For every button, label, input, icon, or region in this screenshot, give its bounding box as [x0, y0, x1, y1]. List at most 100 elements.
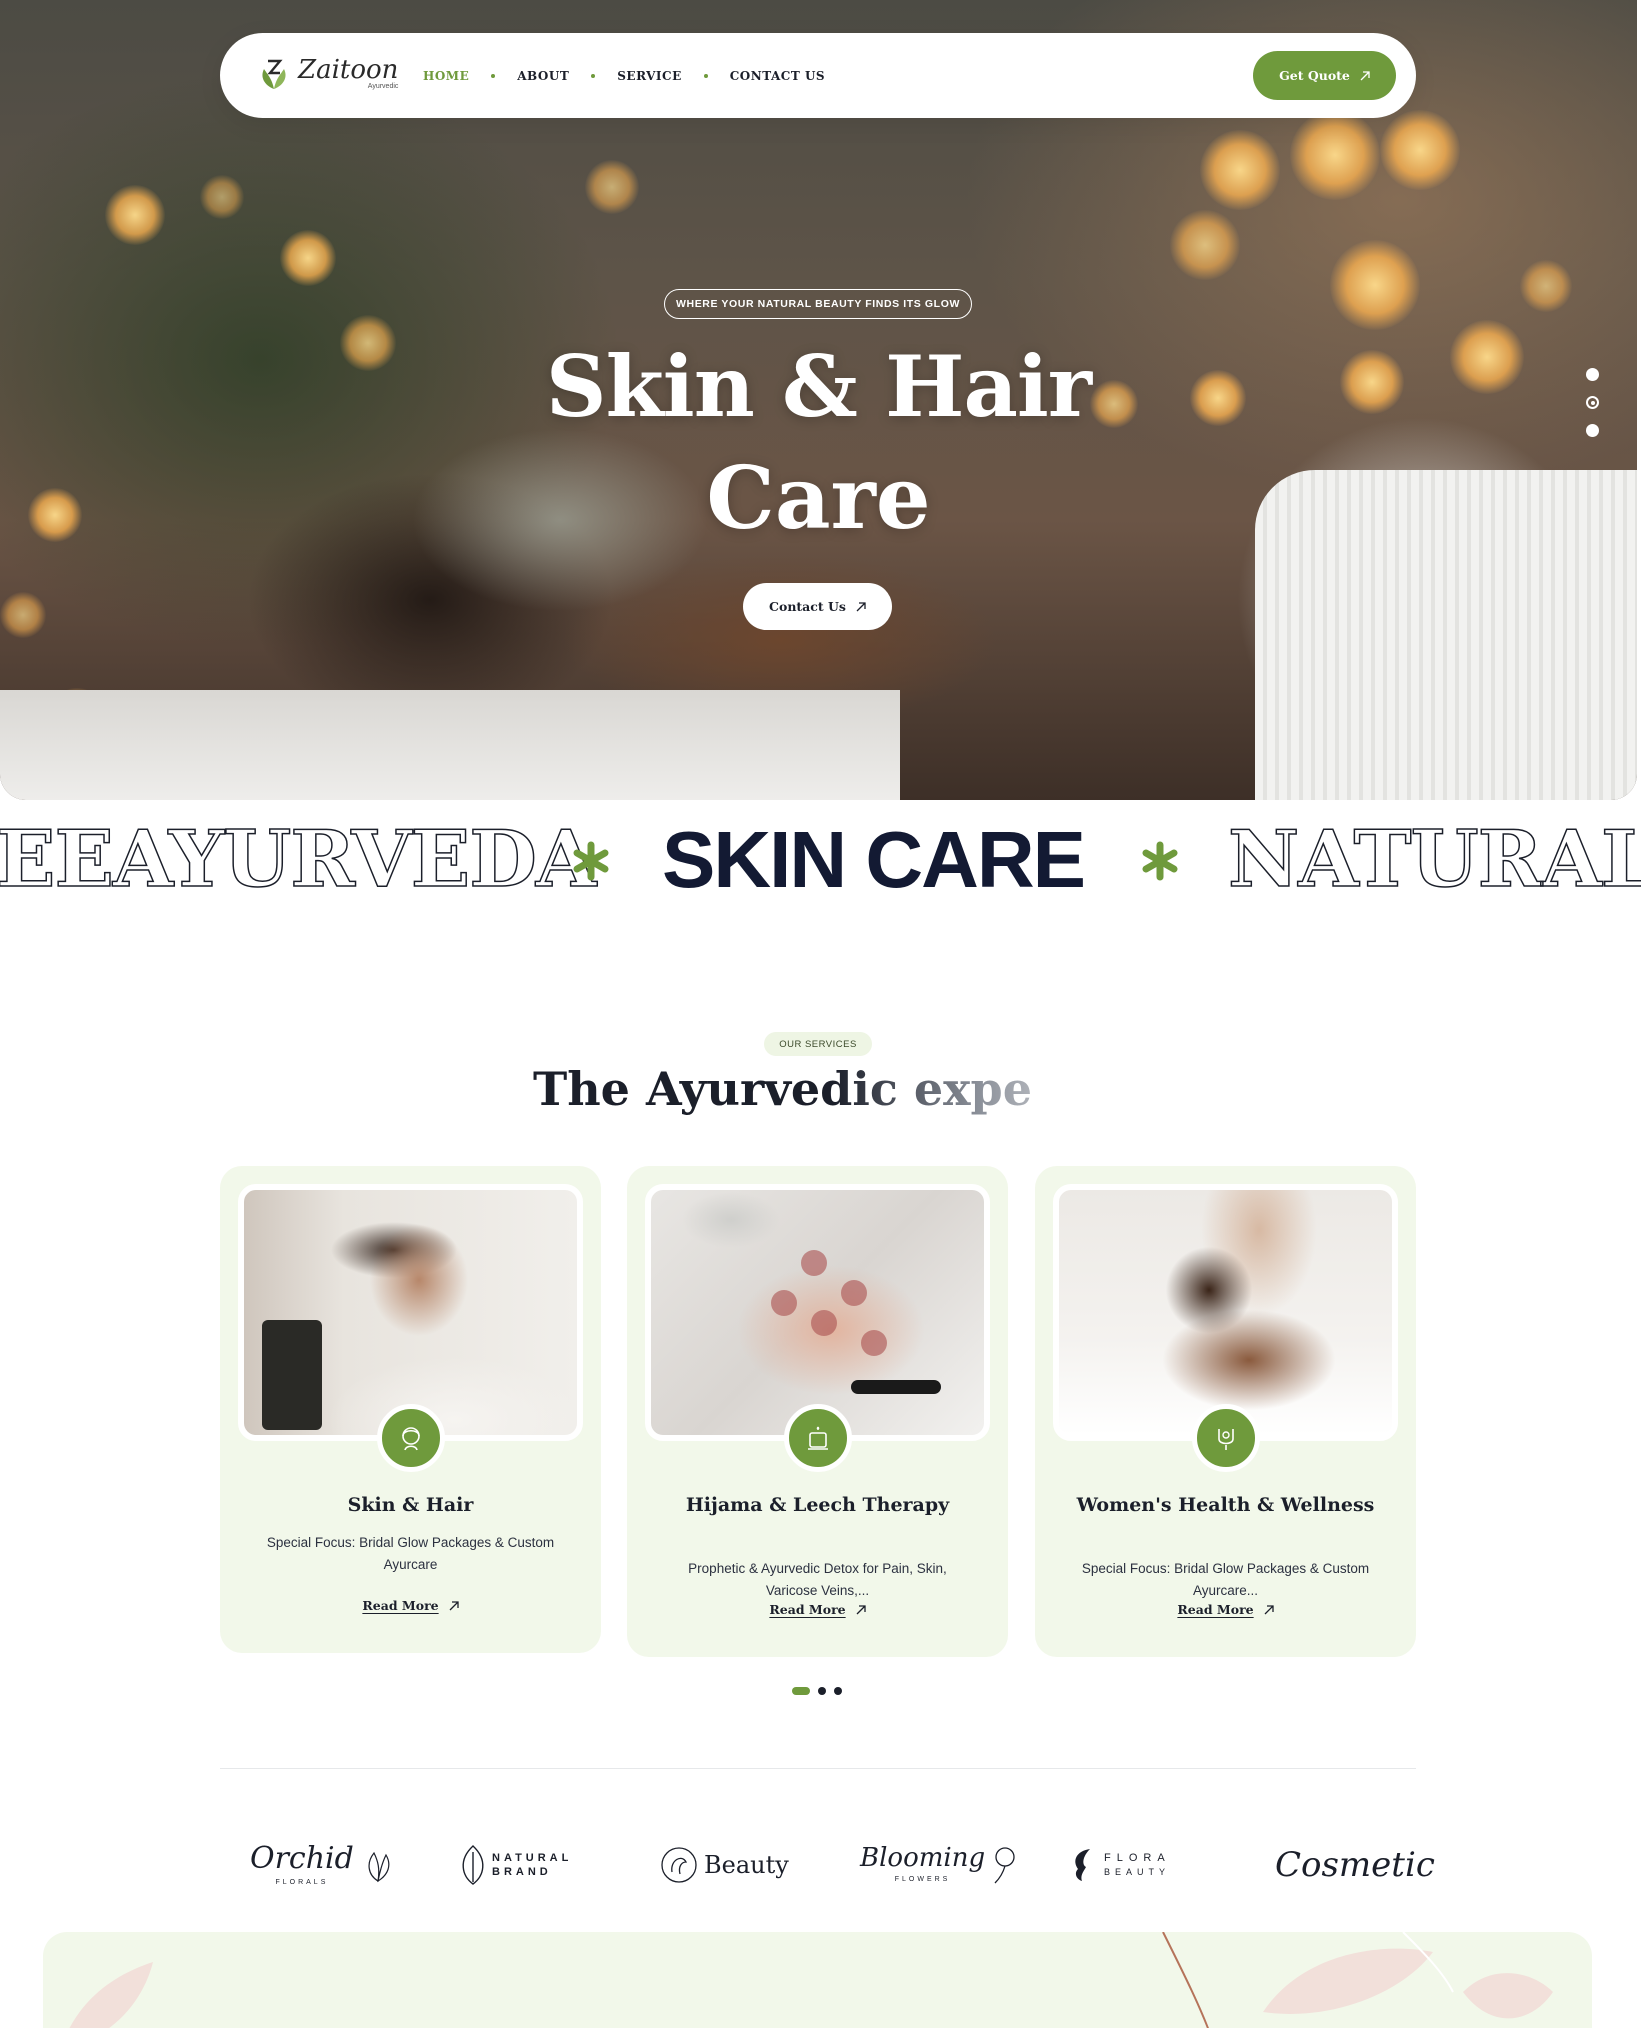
candle-tray: [262, 1320, 322, 1430]
decorative-leaves: [69, 1932, 1553, 2028]
services-badge: OUR SERVICES: [764, 1032, 872, 1056]
service-description: Special Focus: Bridal Glow Packages & Cu…: [1081, 1561, 1370, 1598]
read-more-label: Read More: [769, 1602, 846, 1617]
bokeh-light: [585, 160, 639, 214]
menu-separator-dot: [491, 73, 496, 78]
pagination-dot-1[interactable]: [792, 1687, 810, 1695]
rose-icon: [994, 1847, 1015, 1884]
brand-name: NATURAL: [492, 1852, 573, 1864]
bokeh-light: [105, 185, 165, 245]
leaf-logo-icon: [262, 59, 286, 89]
brand-logo-cosmetic[interactable]: Cosmetic: [1275, 1830, 1435, 1900]
brand-name: Orchid: [250, 1840, 354, 1876]
site-logo[interactable]: Zaitoon Ayurvedic: [258, 55, 398, 91]
brand-logo-orchid[interactable]: Orchid FLORALS: [250, 1830, 396, 1900]
service-title: Skin & Hair: [347, 1494, 474, 1516]
carousel-pagination: [792, 1687, 842, 1695]
nav-item-service[interactable]: SERVICE: [617, 69, 681, 83]
service-image: [645, 1184, 990, 1441]
brand-logo-natural[interactable]: NATURAL BRAND: [460, 1830, 572, 1900]
asterisk-icon: [573, 841, 609, 881]
read-more-link[interactable]: Read More: [627, 1602, 1008, 1617]
arrow-up-right-icon: [856, 1604, 866, 1615]
contact-us-label: Contact Us: [769, 599, 846, 614]
cupping-cup: [801, 1250, 827, 1276]
massage-sheet: [0, 690, 900, 800]
read-more-link[interactable]: Read More: [220, 1598, 601, 1613]
pagination-dot-2[interactable]: [818, 1687, 826, 1695]
logo-name: Zaitoon Ayurvedic: [298, 57, 398, 90]
leaf-icon: [462, 1845, 484, 1885]
service-card-hijama[interactable]: Hijama & Leech Therapy Prophetic & Ayurv…: [627, 1166, 1008, 1657]
marquee-item: NATURAL: [1227, 815, 1641, 905]
services-carousel: Skin & Hair Special Focus: Bridal Glow P…: [220, 1166, 1416, 1657]
service-image: [1053, 1184, 1398, 1441]
hero-banner: WHERE YOUR NATURAL BEAUTY FINDS ITS GLOW…: [0, 0, 1637, 800]
bokeh-light: [1170, 210, 1240, 280]
contact-us-button[interactable]: Contact Us: [743, 583, 892, 630]
hero-title-line-1: Skin & Hair: [545, 337, 1092, 436]
cupping-cup: [861, 1330, 887, 1356]
bokeh-light: [1520, 260, 1572, 312]
oil-lamp-icon: [784, 1404, 852, 1472]
brand-name: Blooming: [860, 1843, 986, 1873]
cupping-cup: [841, 1280, 867, 1306]
woman-hair-icon: [1075, 1849, 1090, 1881]
bokeh-light: [280, 230, 336, 286]
service-description: Prophetic & Ayurvedic Detox for Pain, Sk…: [688, 1561, 947, 1598]
arrow-up-right-icon: [449, 1600, 459, 1611]
bokeh-light: [1330, 240, 1420, 330]
menu-separator-dot: [703, 73, 708, 78]
menu-separator-dot: [591, 73, 596, 78]
face-outline-icon: [661, 1847, 697, 1883]
cupping-cup: [771, 1290, 797, 1316]
cupping-cup: [811, 1310, 837, 1336]
service-title: Hijama & Leech Therapy: [685, 1494, 950, 1516]
brand-sub: BRAND: [492, 1866, 552, 1878]
brand-logo-beauty[interactable]: Beauty: [660, 1830, 789, 1900]
main-navbar: Zaitoon Ayurvedic HOME ABOUT SERVICE CON…: [220, 33, 1416, 118]
service-card-skin-hair[interactable]: Skin & Hair Special Focus: Bridal Glow P…: [220, 1166, 601, 1653]
read-more-label: Read More: [1177, 1602, 1254, 1617]
hero-title-line-2: Care: [706, 448, 931, 549]
next-section-preview: [43, 1932, 1592, 2028]
services-title: The Ayurvedic expe: [533, 1062, 1133, 1122]
arrow-up-right-icon: [1264, 1604, 1274, 1615]
logo-name-text: Zaitoon: [298, 54, 399, 85]
brand-logos: Orchid FLORALS NATURAL BRAND Beauty Bloo…: [220, 1830, 1435, 1900]
get-quote-label: Get Quote: [1279, 68, 1350, 83]
get-quote-button[interactable]: Get Quote: [1253, 51, 1396, 100]
asterisk-icon: [1142, 841, 1178, 881]
arrow-up-right-icon: [856, 601, 866, 612]
nav-item-home[interactable]: HOME: [423, 69, 469, 83]
arrow-up-right-icon: [1360, 70, 1370, 81]
nav-item-about[interactable]: ABOUT: [517, 69, 569, 83]
slider-dot-2[interactable]: [1586, 396, 1599, 409]
brand-name: Cosmetic: [1275, 1845, 1435, 1885]
service-title: Women's Health & Wellness: [1076, 1494, 1375, 1516]
brand-logo-flora[interactable]: FLORA BEAUTY: [1070, 1830, 1171, 1900]
brand-name: FLORA: [1104, 1852, 1171, 1864]
bokeh-light: [0, 592, 46, 638]
service-card-womens-health[interactable]: Women's Health & Wellness Special Focus:…: [1035, 1166, 1416, 1657]
slider-dot-3[interactable]: [1586, 424, 1599, 437]
hero-slider-dots: [1586, 368, 1599, 437]
leech: [851, 1380, 941, 1394]
nav-menu: HOME ABOUT SERVICE CONTACT US: [423, 33, 825, 118]
slider-dot-1[interactable]: [1586, 368, 1599, 381]
brand-name: Beauty: [704, 1851, 789, 1879]
brand-sub: FLORALS: [275, 1878, 329, 1886]
bokeh-light: [1200, 130, 1280, 210]
face-care-icon: [377, 1404, 445, 1472]
marquee-strip: EEAYURVEDA SKIN CARE NATURAL: [0, 815, 1641, 905]
read-more-link[interactable]: Read More: [1035, 1602, 1416, 1617]
marquee-item-highlight: SKIN CARE: [662, 815, 1086, 904]
pagination-dot-3[interactable]: [834, 1687, 842, 1695]
service-image: [238, 1184, 583, 1441]
section-divider: [220, 1768, 1416, 1769]
marquee-item: EEAYURVEDA: [0, 815, 597, 905]
read-more-label: Read More: [362, 1598, 439, 1613]
brand-logo-blooming[interactable]: Blooming FLOWERS: [860, 1830, 1019, 1900]
nav-item-contact[interactable]: CONTACT US: [730, 69, 825, 83]
massage-hands-icon: [1192, 1404, 1260, 1472]
